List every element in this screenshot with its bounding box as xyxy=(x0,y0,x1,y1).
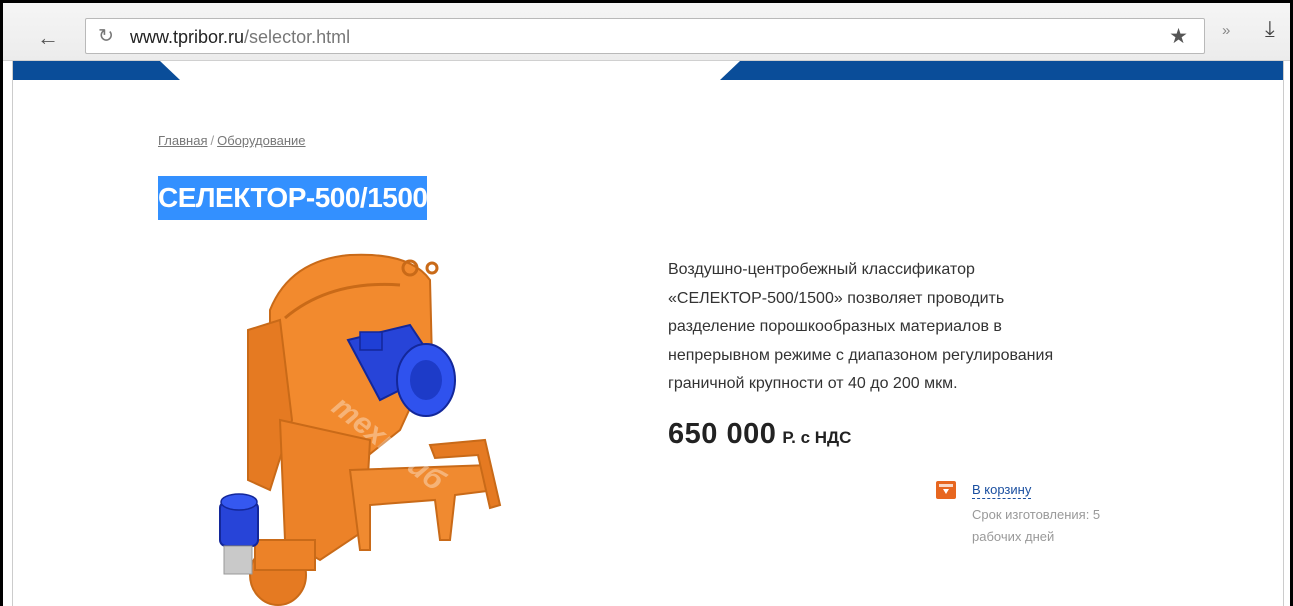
description-line: граничной крупности от 40 до 200 мкм. xyxy=(668,375,958,392)
price-value: 650 000 xyxy=(668,418,777,450)
description-line: непрерывном режиме с диапазоном регулиро… xyxy=(668,346,1054,364)
breadcrumb: Главная / Оборудование xyxy=(158,133,306,148)
header-notch xyxy=(180,61,720,80)
browser-toolbar: ← ↻ www.tpribor.ru/selector.html ★ » ⤓ xyxy=(3,3,1290,61)
url-text[interactable]: www.tpribor.ru/selector.html xyxy=(130,27,350,48)
cart-icon[interactable] xyxy=(936,481,956,499)
page-title: СЕЛЕКТОР-500/1500 xyxy=(158,176,428,220)
double-chevron-icon[interactable]: » xyxy=(1222,22,1230,39)
star-icon[interactable]: ★ xyxy=(1169,24,1188,49)
reload-icon[interactable]: ↻ xyxy=(98,25,114,48)
download-icon[interactable]: ⤓ xyxy=(1265,16,1275,42)
description-line: разделение порошкообразных материалов в xyxy=(668,318,1002,335)
price-unit: Р. с НДС xyxy=(782,428,852,447)
header-notch-right xyxy=(720,61,740,80)
breadcrumb-home-link[interactable]: Главная xyxy=(158,133,207,148)
breadcrumb-separator: / xyxy=(210,133,215,148)
lead-time-text: Срок изготовления: 5 рабочих дней xyxy=(972,507,1101,544)
left-scroll-rail xyxy=(3,61,13,606)
description-line: «СЕЛЕКТОР-500/1500» позволяет проводить xyxy=(668,289,1005,307)
product-description: Воздушно-центробежный классификатор «СЕЛ… xyxy=(668,256,1158,399)
url-host: www.tpribor.ru xyxy=(130,27,245,47)
url-path: /selector.html xyxy=(244,27,351,47)
product-price: 650 000 Р. с НДС xyxy=(668,418,851,451)
breadcrumb-equipment-link[interactable]: Оборудование xyxy=(217,133,305,148)
header-notch-left xyxy=(160,61,180,80)
product-image: техприб xyxy=(219,253,502,606)
address-bar[interactable]: ↻ www.tpribor.ru/selector.html ★ xyxy=(85,18,1205,54)
arrow-left-icon[interactable]: ← xyxy=(33,23,63,53)
add-to-cart-link[interactable]: В корзину xyxy=(972,481,1032,499)
description-line: Воздушно-центробежный классификатор xyxy=(668,261,975,278)
right-scroll-rail xyxy=(1283,61,1290,606)
